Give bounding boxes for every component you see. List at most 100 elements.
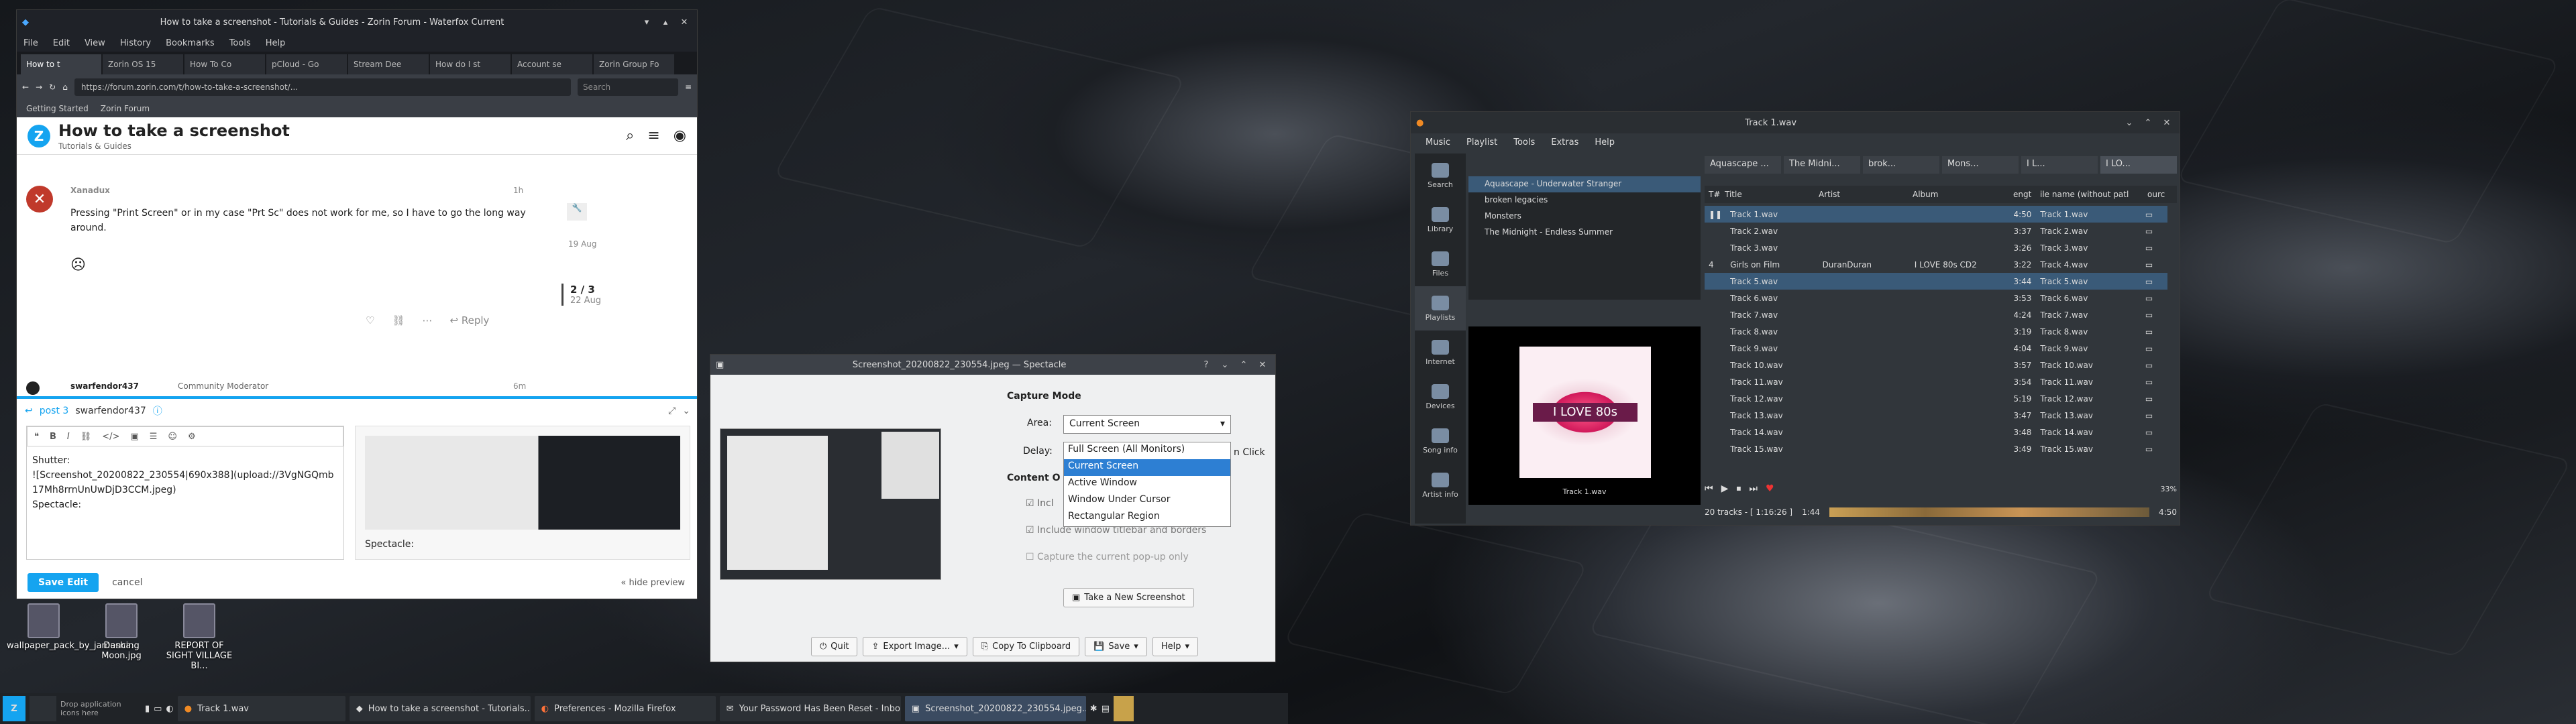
info-icon[interactable]: ⓘ [153, 404, 162, 418]
love-icon[interactable]: ♥ [1766, 483, 1774, 494]
folder-icon[interactable]: ▭ [154, 704, 162, 714]
browser-tab[interactable]: pCloud - Go [266, 54, 347, 74]
menu-history[interactable]: History [120, 38, 151, 48]
code-icon[interactable]: </> [102, 432, 119, 442]
column-header[interactable]: ourc [2147, 190, 2174, 199]
playlist-tab[interactable]: brok... [1863, 156, 1939, 174]
emoji-icon[interactable]: ☺ [168, 432, 177, 442]
sidebar-item-song-info[interactable]: Song info [1415, 419, 1466, 463]
url-bar[interactable]: https://forum.zorin.com/t/how-to-take-a-… [74, 78, 571, 96]
table-row[interactable]: Track 11.wav 3:54 Track 11.wav ▭ [1705, 373, 2167, 390]
reply-button[interactable]: ↩ Reply [450, 314, 490, 326]
home-icon[interactable]: ⌂ [62, 82, 68, 92]
table-row[interactable]: Track 7.wav 4:24 Track 7.wav ▭ [1705, 306, 2167, 323]
network-icon[interactable]: ✱ [1090, 704, 1097, 714]
menu-playlist[interactable]: Playlist [1466, 137, 1497, 147]
like-icon[interactable]: ♡ [366, 314, 374, 326]
option-window-under-cursor[interactable]: Window Under Cursor [1064, 493, 1230, 509]
bookmark-item[interactable]: Getting Started [26, 104, 89, 113]
next-icon[interactable]: ⏭ [1749, 483, 1758, 494]
sidebar-item-artist-info[interactable]: Artist info [1415, 463, 1466, 507]
column-header[interactable]: Title [1725, 190, 1819, 199]
table-row[interactable]: 4 Girls on Film DuranDuran I LOVE 80s CD2 3:… [1705, 256, 2167, 273]
search-icon[interactable]: ⌕ [626, 127, 634, 144]
save-button[interactable]: 💾 Save ▾ [1085, 636, 1147, 656]
take-new-screenshot-button[interactable]: ▣ Take a New Screenshot [1063, 588, 1194, 607]
menu-file[interactable]: File [23, 38, 38, 48]
option-active-window[interactable]: Active Window [1064, 476, 1230, 493]
close-icon[interactable]: ✕ [677, 15, 692, 29]
browser-tab[interactable]: How do I st [430, 54, 511, 74]
stop-icon[interactable]: ⏹ [1736, 483, 1741, 494]
menu-help[interactable]: Help [1595, 137, 1615, 147]
topic-progress[interactable]: 2 / 3 22 Aug [561, 284, 601, 306]
browser-tab[interactable]: How to t [21, 54, 101, 74]
menu-extras[interactable]: Extras [1551, 137, 1578, 147]
table-row[interactable]: Track 9.wav 4:04 Track 9.wav ▭ [1705, 340, 2167, 357]
seek-bar[interactable] [1829, 507, 2150, 517]
menu-help[interactable]: Help [266, 38, 286, 48]
gear-icon[interactable]: ⚙ [188, 432, 196, 442]
bullet-list-icon[interactable]: ☰ [150, 432, 158, 442]
column-header[interactable]: Artist [1819, 190, 1913, 199]
show-desktop-button[interactable] [1114, 696, 1134, 721]
browser-tab[interactable]: How To Co [184, 54, 265, 74]
forward-icon[interactable]: → [36, 82, 42, 92]
include-pointer-checkbox[interactable]: ☑ Incl [1026, 498, 1054, 509]
back-icon[interactable]: ← [22, 82, 29, 92]
playlist-tab[interactable]: Mons... [1942, 156, 2019, 174]
play-icon[interactable]: ▶ [1721, 483, 1729, 494]
menu-tools[interactable]: Tools [229, 38, 251, 48]
wrench-icon[interactable]: 🔧 [567, 203, 587, 221]
close-icon[interactable]: ✕ [2159, 115, 2174, 130]
table-row[interactable]: Track 8.wav 3:19 Track 8.wav ▭ [1705, 323, 2167, 340]
firefox-icon[interactable]: ◐ [166, 704, 173, 714]
mod-username[interactable]: swarfendor437 [70, 381, 139, 391]
desktop-icon[interactable]: wallpaper_pack_by_jamesha... [7, 603, 140, 651]
sidebar-item-playlists[interactable]: Playlists [1415, 286, 1466, 330]
popup-checkbox[interactable]: ☐ Capture the current pop-up only [1026, 552, 1189, 562]
screenshot-preview[interactable] [720, 428, 941, 580]
maximize-icon[interactable]: ⌃ [2141, 115, 2155, 130]
post-username[interactable]: Xanadux [70, 186, 110, 195]
menu-tools[interactable]: Tools [1513, 137, 1535, 147]
composer-post[interactable]: post 3 [40, 406, 69, 416]
task-spectacle[interactable]: ▣ Screenshot_20200822_230554.jpeg... [904, 696, 1086, 721]
previous-icon[interactable]: ⏮ [1705, 483, 1713, 494]
table-row[interactable]: Track 2.wav 3:37 Track 2.wav ▭ [1705, 223, 2167, 239]
browser-tab[interactable]: Stream Dee [348, 54, 429, 74]
volume-label[interactable]: 33% [2161, 485, 2177, 493]
help-icon[interactable]: ? [1199, 357, 1214, 372]
desktop-icon[interactable]: REPORT OF SIGHT VILLAGE BI... [162, 603, 236, 671]
sidebar-item-files[interactable]: Files [1415, 242, 1466, 286]
area-select[interactable]: Current Screen ▾ [1063, 415, 1231, 434]
browser-tab[interactable]: Account se [512, 54, 592, 74]
menu-icon[interactable]: ≡ [685, 82, 692, 92]
reload-icon[interactable]: ↻ [49, 82, 56, 92]
zorin-menu-icon[interactable]: Z [3, 696, 25, 721]
quote-icon[interactable]: ❝ [34, 432, 39, 442]
avatar[interactable] [26, 381, 40, 395]
table-row[interactable]: ❚❚ Track 1.wav 4:50 Track 1.wav ▭ [1705, 206, 2167, 223]
sidebar-item-search[interactable]: Search [1415, 154, 1466, 198]
bookmark-item[interactable]: Zorin Forum [101, 104, 150, 113]
table-row[interactable]: Track 14.wav 3:48 Track 14.wav ▭ [1705, 424, 2167, 440]
help-button[interactable]: Help ▾ [1152, 636, 1198, 656]
more-icon[interactable]: ⋯ [423, 314, 433, 326]
table-row[interactable]: Track 10.wav 3:57 Track 10.wav ▭ [1705, 357, 2167, 373]
search-input[interactable]: Search [577, 78, 678, 96]
zorin-logo[interactable]: Z [28, 124, 50, 147]
link-icon[interactable]: ⛓ [80, 432, 92, 442]
cancel-button[interactable]: cancel [112, 577, 142, 588]
table-row[interactable]: Track 3.wav 3:26 Track 3.wav ▭ [1705, 239, 2167, 256]
menu-view[interactable]: View [85, 38, 105, 48]
task-firefox[interactable]: ◆ How to take a screenshot - Tutorials... [349, 696, 531, 721]
expand-icon[interactable]: ⤢ [668, 406, 676, 416]
minimize-icon[interactable]: ⌄ [1218, 357, 1232, 372]
library-item[interactable]: Aquascape - Underwater Stranger [1468, 176, 1701, 192]
maximize-icon[interactable]: ▴ [658, 15, 673, 29]
link-icon[interactable]: ⛓ [392, 314, 405, 326]
playlist-tab[interactable]: Aquascape ... [1705, 156, 1781, 174]
close-icon[interactable]: ✕ [1255, 357, 1270, 372]
minimize-icon[interactable]: ▾ [639, 15, 654, 29]
